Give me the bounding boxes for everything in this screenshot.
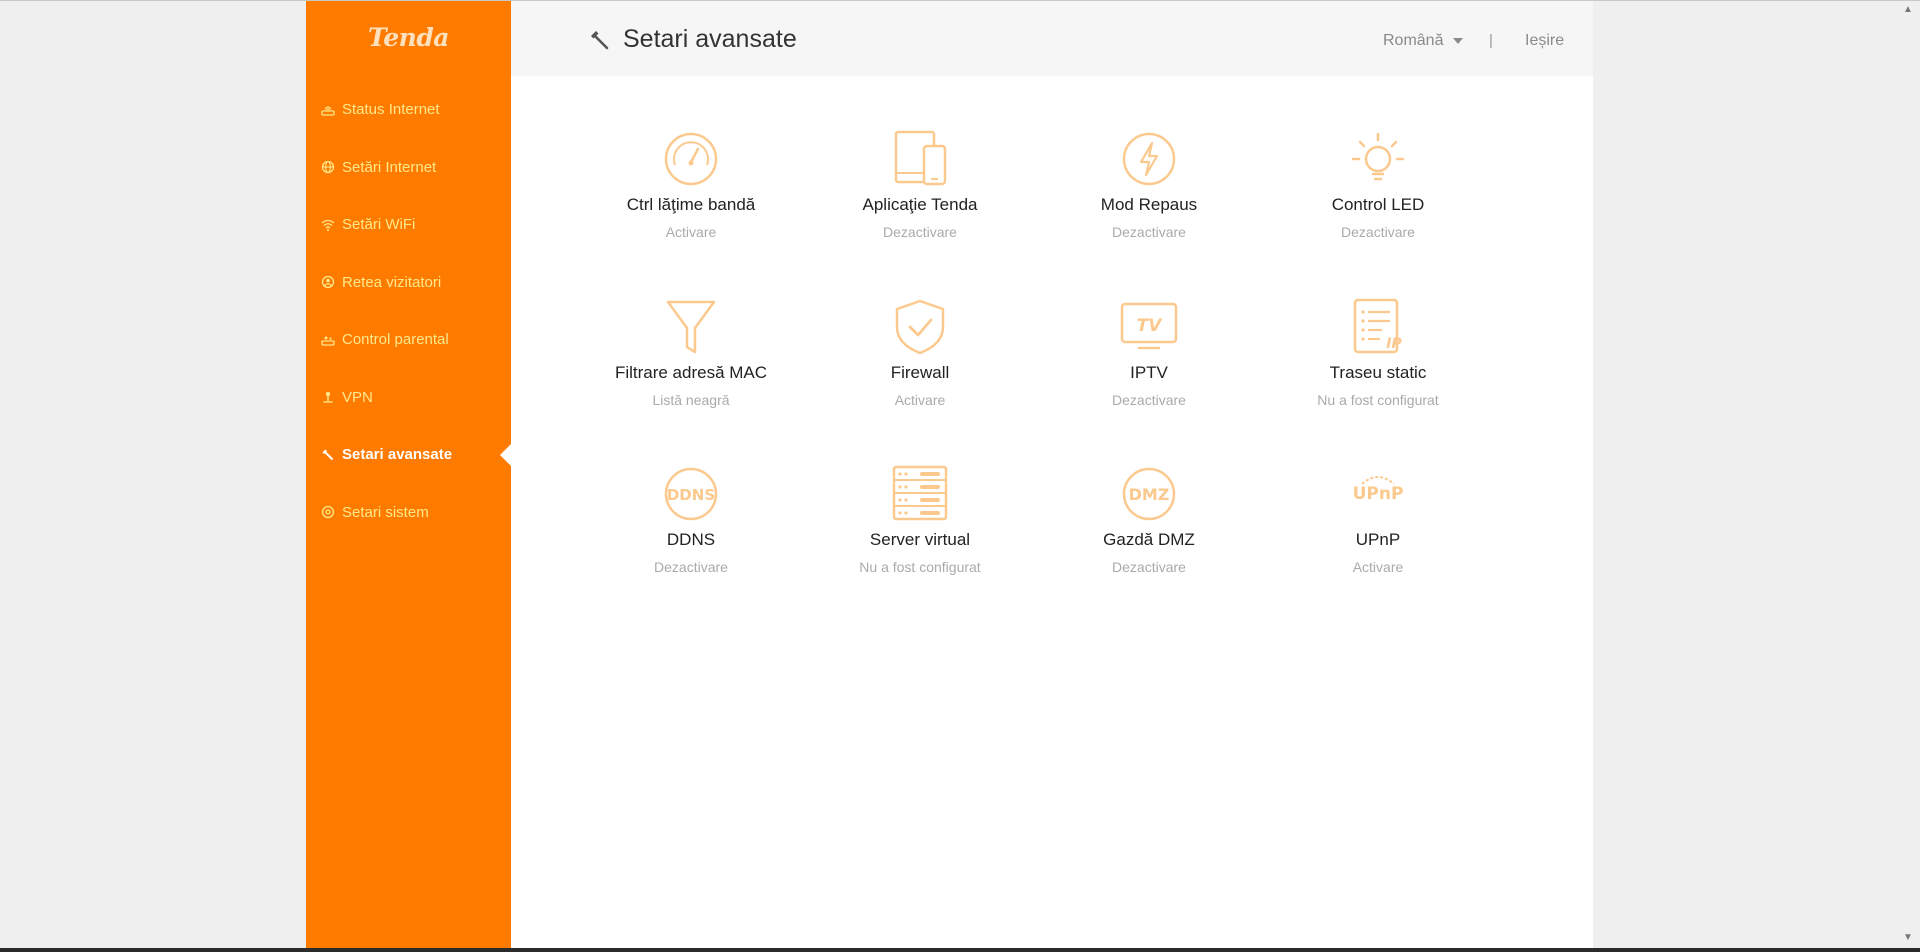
tile-name: Firewall <box>890 363 950 382</box>
tile-name: Mod Repaus <box>1100 195 1198 214</box>
sidebar-item-label: Control parental <box>342 331 449 349</box>
sidebar-nav: Status Internet Setări Internet Setări W… <box>306 81 511 541</box>
taskbar-edge <box>0 948 1920 952</box>
main-content: Setari avansate Română | Ieșire Ctrl lăţ… <box>511 1 1593 948</box>
lightning-icon <box>1122 132 1176 186</box>
tv-icon-text: TV <box>1137 316 1164 336</box>
upnp-icon: UPnP <box>1353 476 1404 504</box>
sidebar-item-label: Status Internet <box>342 101 440 119</box>
page-title: Setari avansate <box>589 25 797 54</box>
tile-name: UPnP <box>1355 530 1401 549</box>
vpn-icon <box>321 390 335 404</box>
sidebar-item-label: Setari sistem <box>342 503 429 521</box>
tile-name: Aplicaţie Tenda <box>862 195 978 214</box>
router-status-icon <box>321 103 335 117</box>
gear-icon <box>321 505 335 519</box>
logout-link[interactable]: Ieșire <box>1525 32 1564 50</box>
tile-name: DDNS <box>666 530 716 549</box>
chevron-down-icon <box>1453 38 1464 44</box>
tile-status: Activare <box>665 224 717 240</box>
route-list-icon: IP <box>1353 298 1402 354</box>
page-header: Setari avansate Română | Ieșire <box>511 1 1593 76</box>
devices-icon <box>894 130 947 186</box>
tile-name: Control LED <box>1331 195 1425 214</box>
tile-led-control[interactable]: Control LED Dezactivare <box>1278 129 1478 240</box>
dmz-icon: DMZ <box>1122 467 1176 521</box>
tile-name: Ctrl lăţime bandă <box>626 195 756 214</box>
upnp-icon-text: UPnP <box>1353 484 1404 504</box>
tile-iptv[interactable]: TV IPTV Dezactivare <box>1049 297 1249 408</box>
tile-status: Dezactivare <box>1112 559 1186 575</box>
tile-dmz-host[interactable]: DMZ Gazdă DMZ Dezactivare <box>1049 464 1249 575</box>
sidebar-item-status-internet[interactable]: Status Internet <box>306 81 511 139</box>
shield-check-icon <box>895 299 945 355</box>
tile-status: Activare <box>894 392 946 408</box>
guest-network-icon <box>321 275 335 289</box>
language-label: Română <box>1383 32 1444 49</box>
route-icon-text: IP <box>1386 336 1402 352</box>
tile-status: Dezactivare <box>883 224 957 240</box>
tile-bandwidth-control[interactable]: Ctrl lăţime bandă Activare <box>591 129 791 240</box>
sidebar-item-control-parental[interactable]: Control parental <box>306 311 511 369</box>
tile-name: Server virtual <box>869 530 971 549</box>
scroll-up-arrow-icon[interactable]: ▲ <box>1903 4 1913 15</box>
router-admin-app: Tenda Status Internet Setări Internet Se… <box>306 1 1593 948</box>
tile-upnp[interactable]: UPnP UPnP Activare <box>1278 464 1478 575</box>
speedometer-icon <box>664 132 718 186</box>
language-select[interactable]: Română <box>1383 32 1464 50</box>
tile-status: Dezactivare <box>1112 224 1186 240</box>
sidebar-item-setari-wifi[interactable]: Setări WiFi <box>306 196 511 254</box>
tile-ddns[interactable]: DDNS DDNS Dezactivare <box>591 464 791 575</box>
server-icon <box>892 465 948 521</box>
sidebar-item-label: Setări Internet <box>342 158 437 176</box>
tile-mac-filter[interactable]: Filtrare adresă MAC Listă neagră <box>591 297 791 408</box>
globe-icon <box>321 160 335 174</box>
sidebar-item-label: Setări WiFi <box>342 216 416 234</box>
wifi-icon <box>321 218 335 232</box>
header-divider: | <box>1489 32 1493 49</box>
tile-firewall[interactable]: Firewall Activare <box>820 297 1020 408</box>
dmz-icon-text: DMZ <box>1129 485 1170 504</box>
tile-sleep-mode[interactable]: Mod Repaus Dezactivare <box>1049 129 1249 240</box>
sidebar-item-vpn[interactable]: VPN <box>306 369 511 427</box>
ddns-icon-text: DDNS <box>667 486 715 504</box>
lightbulb-icon <box>1351 132 1405 181</box>
tile-status: Activare <box>1352 559 1404 575</box>
tile-tenda-app[interactable]: Aplicaţie Tenda Dezactivare <box>820 129 1020 240</box>
sidebar-item-setari-internet[interactable]: Setări Internet <box>306 139 511 197</box>
filter-icon <box>666 300 716 354</box>
tile-status: Dezactivare <box>1112 392 1186 408</box>
tile-name: Gazdă DMZ <box>1103 530 1195 549</box>
tile-status: Listă neagră <box>652 392 730 408</box>
sidebar-item-label: VPN <box>342 388 373 406</box>
wrench-icon <box>321 448 335 462</box>
tile-name: Traseu static <box>1329 363 1427 382</box>
tenda-logo: Tenda <box>368 23 450 52</box>
sidebar-item-setari-avansate[interactable]: Setari avansate <box>306 426 511 484</box>
tile-name: Filtrare adresă MAC <box>614 363 768 382</box>
sidebar-item-setari-sistem[interactable]: Setari sistem <box>306 484 511 542</box>
tile-status: Nu a fost configurat <box>1317 392 1439 408</box>
tile-status: Dezactivare <box>654 559 728 575</box>
ddns-icon: DDNS <box>664 467 718 521</box>
page-title-text: Setari avansate <box>623 25 797 53</box>
sidebar-item-label: Setari avansate <box>342 446 453 464</box>
tv-icon: TV <box>1120 302 1178 350</box>
tile-status: Dezactivare <box>1341 224 1415 240</box>
sidebar-item-label: Retea vizitatori <box>342 273 442 291</box>
scroll-down-arrow-icon[interactable]: ▼ <box>1903 932 1913 943</box>
parental-control-icon <box>321 333 335 347</box>
tile-status: Nu a fost configurat <box>859 559 981 575</box>
sidebar-item-retea-vizitatori[interactable]: Retea vizitatori <box>306 254 511 312</box>
tile-static-route[interactable]: IP Traseu static Nu a fost configurat <box>1278 297 1478 408</box>
sidebar: Tenda Status Internet Setări Internet Se… <box>306 1 511 948</box>
tile-virtual-server[interactable]: Server virtual Nu a fost configurat <box>820 464 1020 575</box>
tile-name: IPTV <box>1130 363 1168 382</box>
wrench-icon <box>589 29 611 51</box>
